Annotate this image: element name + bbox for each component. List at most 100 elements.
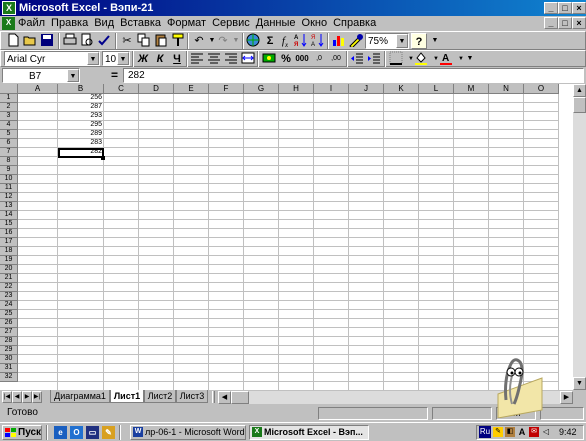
row-header[interactable]: 25 <box>0 310 18 319</box>
column-header[interactable]: G <box>244 84 279 94</box>
start-button[interactable]: Пуск <box>2 425 42 440</box>
open-icon[interactable] <box>22 33 38 49</box>
row-header[interactable]: 11 <box>0 184 18 193</box>
menu-item[interactable]: Вставка <box>120 17 161 30</box>
sheet-tab-list2[interactable]: Лист2 <box>144 390 176 403</box>
cell-b6[interactable]: 283 <box>58 139 104 147</box>
menu-item[interactable]: Справка <box>333 17 376 30</box>
column-header[interactable]: K <box>384 84 419 94</box>
italic-button[interactable]: К <box>152 51 168 67</box>
close-button[interactable]: × <box>572 2 586 14</box>
drawing-icon[interactable] <box>348 33 364 49</box>
row-header[interactable]: 15 <box>0 220 18 229</box>
cell-b1[interactable]: 256 <box>58 94 104 102</box>
row-header[interactable]: 32 <box>0 373 18 382</box>
zoom-select[interactable]: 75% ▼ <box>365 33 409 49</box>
minimize-button[interactable]: _ <box>544 2 558 14</box>
decrease-indent-icon[interactable] <box>349 51 365 67</box>
menu-item[interactable]: Вид <box>94 17 114 30</box>
row-header[interactable]: 22 <box>0 283 18 292</box>
autosum-icon[interactable]: Σ <box>262 33 278 49</box>
format-painter-icon[interactable] <box>170 33 186 49</box>
row-header[interactable]: 1 <box>0 94 18 103</box>
column-header[interactable]: A <box>18 84 58 94</box>
sheet-tab-list1[interactable]: Лист1 <box>110 390 144 403</box>
currency-icon[interactable] <box>261 51 277 67</box>
column-header[interactable]: H <box>279 84 314 94</box>
print-preview-icon[interactable] <box>79 33 95 49</box>
more-buttons-icon[interactable]: ▼ <box>462 51 478 67</box>
column-header[interactable]: E <box>174 84 209 94</box>
column-header[interactable]: L <box>419 84 454 94</box>
select-all-button[interactable] <box>0 84 18 94</box>
paste-icon[interactable] <box>153 33 169 49</box>
task-word[interactable]: W лр-06-1 - Microsoft Word <box>130 425 246 440</box>
scroll-thumb[interactable] <box>573 97 586 113</box>
row-header[interactable]: 13 <box>0 202 18 211</box>
task-excel[interactable]: X Microsoft Excel - Вэп... <box>249 425 369 440</box>
borders-icon[interactable] <box>388 51 404 67</box>
merge-center-icon[interactable] <box>240 51 256 67</box>
row-header[interactable]: 10 <box>0 175 18 184</box>
row-header[interactable]: 18 <box>0 247 18 256</box>
row-header[interactable]: 20 <box>0 265 18 274</box>
row-header[interactable]: 23 <box>0 292 18 301</box>
workbook-icon[interactable]: X <box>2 17 15 30</box>
sort-ascending-icon[interactable]: AЯ <box>293 33 309 49</box>
sheet-tab-list3[interactable]: Лист3 <box>176 390 208 403</box>
menu-item[interactable]: Файл <box>18 17 45 30</box>
row-header[interactable]: 28 <box>0 337 18 346</box>
column-header[interactable]: C <box>104 84 139 94</box>
formula-input[interactable]: 282 <box>123 68 584 83</box>
doc-close-button[interactable]: × <box>572 17 586 29</box>
vertical-scrollbar[interactable]: ▲ ▼ <box>573 84 586 390</box>
save-icon[interactable] <box>39 33 55 49</box>
chevron-down-icon[interactable]: ▼ <box>67 69 79 82</box>
row-header[interactable]: 30 <box>0 355 18 364</box>
column-header[interactable]: I <box>314 84 349 94</box>
cell-b5[interactable]: 289 <box>58 130 104 138</box>
row-header[interactable]: 2 <box>0 103 18 112</box>
row-header[interactable]: 24 <box>0 301 18 310</box>
row-header[interactable]: 6 <box>0 139 18 148</box>
chart-wizard-icon[interactable] <box>331 33 347 49</box>
scroll-up-icon[interactable]: ▲ <box>573 84 586 97</box>
menu-item[interactable]: Правка <box>51 17 88 30</box>
align-right-icon[interactable] <box>223 51 239 67</box>
row-header[interactable]: 21 <box>0 274 18 283</box>
row-header[interactable]: 27 <box>0 328 18 337</box>
chevron-down-icon[interactable]: ▼ <box>87 52 99 65</box>
row-header[interactable]: 17 <box>0 238 18 247</box>
menu-item[interactable]: Формат <box>167 17 206 30</box>
cell-b2[interactable]: 287 <box>58 103 104 111</box>
function-icon[interactable]: fx <box>277 33 293 49</box>
font-color-icon[interactable]: A <box>438 51 454 67</box>
office-assistant-clippy[interactable] <box>484 350 544 419</box>
thousands-button[interactable]: 000 <box>294 51 310 67</box>
row-header[interactable]: 8 <box>0 157 18 166</box>
antivirus-icon[interactable]: ✉ <box>529 427 539 437</box>
scroll-right-icon[interactable]: ▶ <box>560 391 573 404</box>
last-sheet-icon[interactable]: ▶| <box>32 391 42 403</box>
row-header[interactable]: 16 <box>0 229 18 238</box>
ie-icon[interactable]: e <box>54 426 67 439</box>
new-icon[interactable] <box>5 33 21 49</box>
spelling-icon[interactable] <box>96 33 112 49</box>
chevron-down-icon[interactable]: ▼ <box>396 34 408 48</box>
font-a-icon[interactable]: A <box>517 427 527 437</box>
next-sheet-icon[interactable]: ▶ <box>22 391 32 403</box>
increase-decimal-icon[interactable]: ,0 <box>311 51 327 67</box>
clip-icon[interactable]: ✎ <box>493 427 503 437</box>
row-header[interactable]: 26 <box>0 319 18 328</box>
sheet-tab-diagram1[interactable]: Диаграмма1 <box>50 390 110 403</box>
row-header[interactable]: 29 <box>0 346 18 355</box>
fill-color-icon[interactable] <box>413 51 429 67</box>
row-header[interactable]: 19 <box>0 256 18 265</box>
increase-indent-icon[interactable] <box>366 51 382 67</box>
cell-b4[interactable]: 295 <box>58 121 104 129</box>
doc-restore-button[interactable]: □ <box>558 17 572 29</box>
bold-button[interactable]: Ж <box>135 51 151 67</box>
row-header[interactable]: 5 <box>0 130 18 139</box>
cell-b3[interactable]: 293 <box>58 112 104 120</box>
percent-button[interactable]: % <box>278 51 294 67</box>
